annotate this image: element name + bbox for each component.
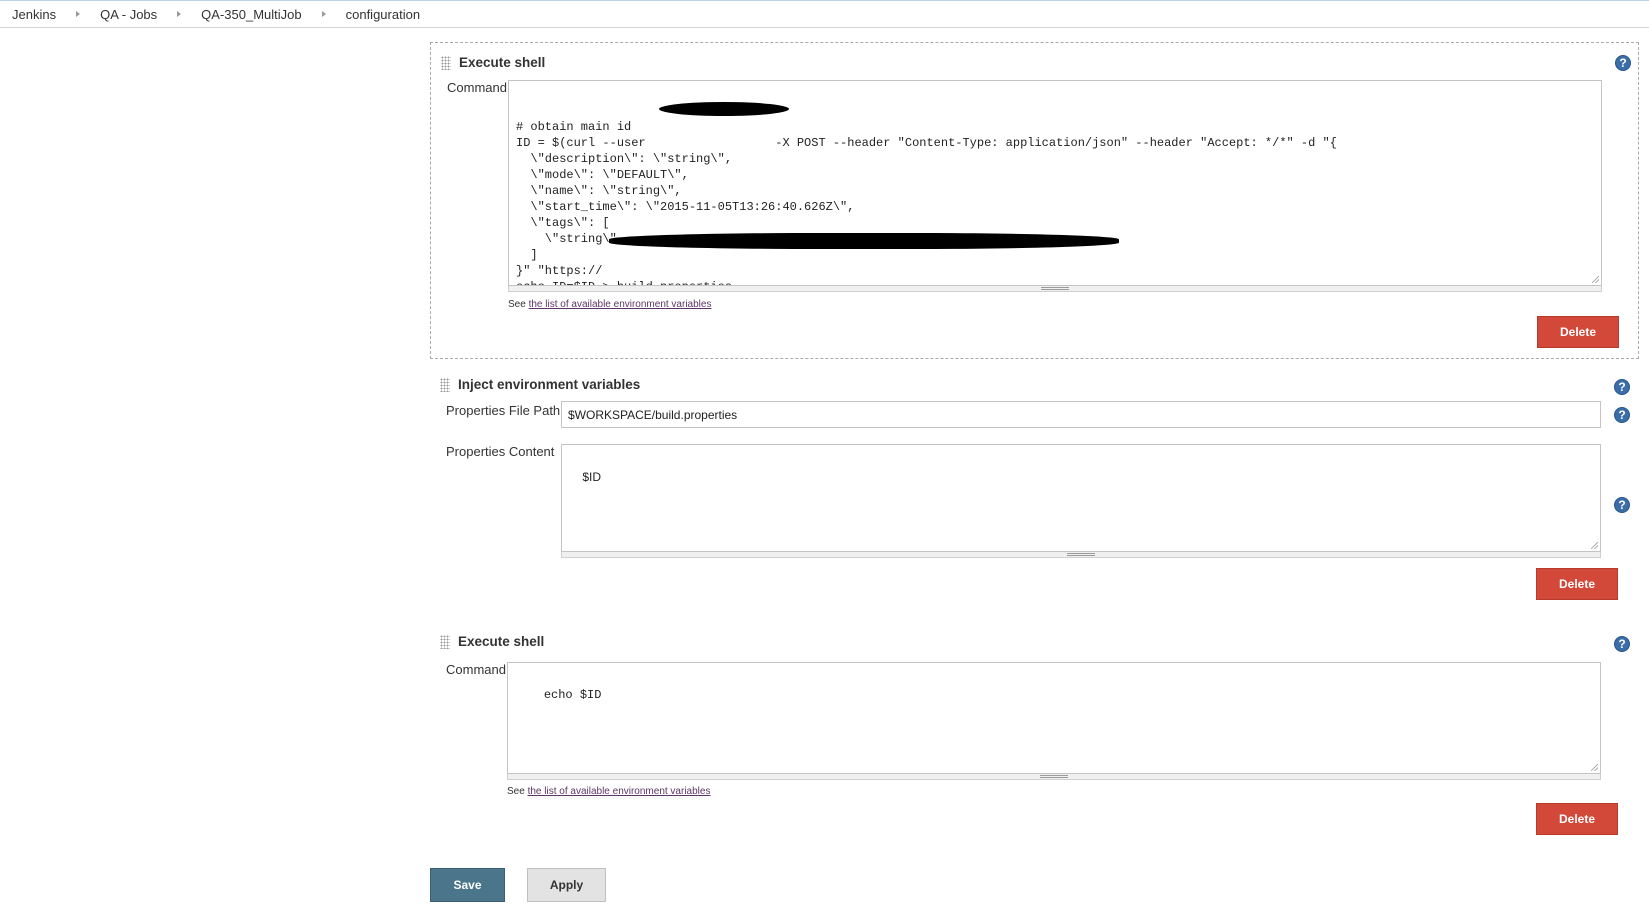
redaction [609, 233, 1119, 249]
command-line: ID = $(curl --user -X POST --header "Con… [516, 136, 1337, 150]
breadcrumb-chevron-icon[interactable] [177, 11, 182, 17]
breadcrumb-chevron-icon[interactable] [76, 11, 81, 17]
env-vars-link[interactable]: the list of available environment variab… [528, 786, 711, 797]
section-header: Execute shell [440, 634, 544, 649]
help-icon[interactable]: ? [1614, 497, 1630, 513]
properties-content-textarea[interactable]: $ID [561, 444, 1601, 552]
drag-handle-icon[interactable] [440, 634, 450, 649]
breadcrumb: Jenkins QA - Jobs QA-350_MultiJob config… [0, 0, 1649, 28]
properties-file-path-input[interactable]: $WORKSPACE/build.properties [561, 401, 1601, 428]
help-icon[interactable]: ? [1614, 407, 1630, 423]
textarea-resize-handle[interactable] [508, 286, 1602, 292]
command-lines: # obtain main id ID = $(curl --user -X PO… [516, 119, 1594, 285]
resize-corner-icon[interactable] [1592, 276, 1599, 283]
help-icon[interactable]: ? [1615, 55, 1631, 71]
section-title: Execute shell [458, 634, 545, 649]
env-vars-note: See the list of available environment va… [508, 299, 711, 310]
delete-button[interactable]: Delete [1537, 316, 1619, 348]
help-icon[interactable]: ? [1614, 379, 1630, 395]
execute-shell-section-1: Execute shell ? Command # obtain main id… [430, 42, 1639, 359]
delete-button[interactable]: Delete [1536, 803, 1618, 835]
grab-lines-icon [1040, 775, 1068, 778]
apply-button[interactable]: Apply [527, 868, 606, 902]
resize-corner-icon[interactable] [1591, 542, 1598, 549]
section-header: Inject environment variables [440, 377, 640, 392]
command-line: \"tags\": [ [516, 216, 610, 230]
command-value: echo $ID [543, 688, 602, 702]
command-textarea[interactable]: echo $ID [507, 662, 1601, 774]
command-line: }" "https:// [516, 264, 603, 278]
drag-handle-icon[interactable] [441, 55, 451, 70]
breadcrumb-qa-jobs[interactable]: QA - Jobs [100, 7, 157, 22]
help-icon[interactable]: ? [1614, 636, 1630, 652]
breadcrumb-chevron-icon[interactable] [321, 11, 326, 17]
breadcrumb-configuration[interactable]: configuration [346, 7, 420, 22]
command-label: Command [446, 662, 506, 677]
env-vars-link[interactable]: the list of available environment variab… [529, 299, 712, 310]
command-line: \"name\": \"string\", [516, 184, 682, 198]
grab-lines-icon [1067, 553, 1095, 556]
textarea-resize-handle[interactable] [507, 774, 1601, 780]
drag-handle-icon[interactable] [440, 377, 450, 392]
section-header: Execute shell [441, 55, 545, 70]
command-line: \"description\": \"string\", [516, 152, 733, 166]
command-line: \"start_time\": \"2015-11-05T13:26:40.62… [516, 200, 855, 214]
command-line: \"mode\": \"DEFAULT\", [516, 168, 689, 182]
see-prefix: See [508, 299, 526, 310]
textarea-resize-handle[interactable] [561, 552, 1601, 558]
breadcrumb-jenkins[interactable]: Jenkins [12, 7, 56, 22]
execute-shell-section-2: Execute shell ? Command echo $ID See the… [430, 624, 1639, 860]
properties-content-label: Properties Content [446, 444, 555, 459]
command-line: ] [516, 248, 538, 262]
see-prefix: See [507, 786, 525, 797]
grab-lines-icon [1041, 287, 1069, 290]
breadcrumb-job[interactable]: QA-350_MultiJob [201, 7, 301, 22]
command-label: Command [447, 80, 507, 95]
command-line: # obtain main id [516, 120, 632, 134]
properties-file-path-label: Properties File Path [446, 403, 561, 418]
redaction [659, 102, 789, 116]
section-title: Execute shell [459, 55, 546, 70]
env-vars-note: See the list of available environment va… [507, 786, 710, 797]
command-textarea[interactable]: # obtain main id ID = $(curl --user -X PO… [508, 80, 1602, 286]
section-title: Inject environment variables [458, 377, 641, 392]
delete-button[interactable]: Delete [1536, 568, 1618, 600]
inject-env-section: Inject environment variables ? Propertie… [430, 367, 1639, 607]
resize-corner-icon[interactable] [1591, 764, 1598, 771]
properties-content-value: $ID [582, 470, 602, 484]
save-button[interactable]: Save [430, 868, 505, 902]
command-line: echo ID=$ID > build.properties [516, 279, 1594, 285]
